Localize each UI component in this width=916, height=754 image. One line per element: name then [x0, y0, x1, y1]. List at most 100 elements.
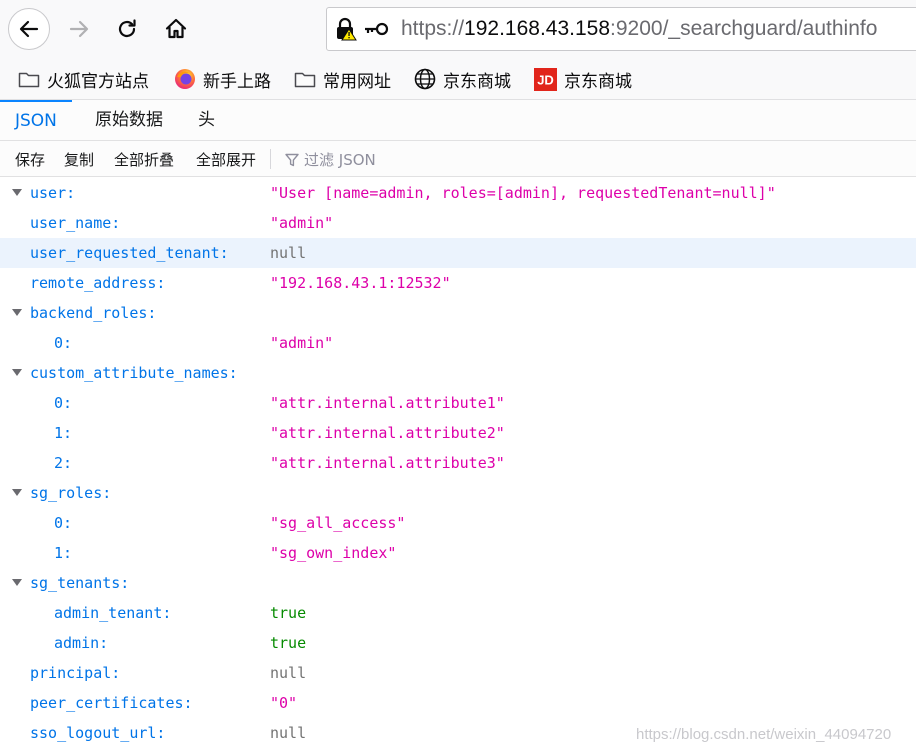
- json-row[interactable]: 1: "attr.internal.attribute2": [0, 418, 916, 448]
- globe-icon: [414, 68, 436, 90]
- json-row[interactable]: sg_roles:: [0, 478, 916, 508]
- json-value: "attr.internal.attribute1": [270, 394, 505, 412]
- tab-raw-data[interactable]: 原始数据: [80, 100, 178, 140]
- json-row[interactable]: user: "User [name=admin, roles=[admin], r…: [0, 178, 916, 208]
- expand-all-button[interactable]: 全部展开: [196, 149, 256, 170]
- bookmark-label: 京东商城: [443, 71, 511, 92]
- filter-placeholder: 过滤 JSON: [304, 151, 376, 169]
- folder-icon: [294, 72, 316, 88]
- json-value: "attr.internal.attribute3": [270, 454, 505, 472]
- json-value: null: [270, 664, 307, 682]
- home-icon: [165, 18, 187, 39]
- json-key: principal:: [30, 664, 121, 682]
- browser-navbar: https://192.168.43.158:9200/_searchguard…: [0, 0, 916, 58]
- json-value: "sg_own_index": [270, 544, 397, 562]
- folder-icon: [18, 72, 40, 88]
- watermark: https://blog.csdn.net/weixin_44094720: [636, 726, 892, 743]
- json-row[interactable]: admin_tenant: true: [0, 598, 916, 628]
- home-button[interactable]: [155, 8, 197, 50]
- json-key: user_requested_tenant:: [30, 244, 229, 262]
- bookmark-label: 常用网址: [323, 71, 391, 92]
- viewer-tabs: JSON 原始数据 头: [0, 100, 916, 141]
- json-row[interactable]: user_requested_tenant: null: [0, 238, 916, 268]
- json-row[interactable]: admin: true: [0, 628, 916, 658]
- url-scheme: https://: [401, 17, 465, 40]
- copy-button[interactable]: 复制: [64, 149, 94, 170]
- bookmark-jd[interactable]: JD 京东商城: [534, 66, 632, 92]
- json-key: admin_tenant:: [54, 604, 172, 622]
- bookmark-firefox-official[interactable]: 火狐官方站点: [18, 66, 149, 92]
- json-row[interactable]: remote_address: "192.168.43.1:12532": [0, 268, 916, 298]
- json-value: true: [270, 604, 307, 622]
- filter-icon: [285, 153, 299, 166]
- json-key: user:: [30, 184, 76, 202]
- json-key: sg_roles:: [30, 484, 112, 502]
- json-key: admin:: [54, 634, 109, 652]
- reload-button[interactable]: [106, 8, 148, 50]
- json-value: null: [270, 244, 307, 262]
- jd-icon: JD: [534, 67, 557, 91]
- firefox-icon: [175, 69, 195, 89]
- json-value: true: [270, 634, 307, 652]
- reload-icon: [118, 19, 136, 38]
- json-key: 1:: [54, 424, 73, 442]
- json-row[interactable]: 0: "attr.internal.attribute1": [0, 388, 916, 418]
- collapse-all-button[interactable]: 全部折叠: [114, 149, 174, 170]
- forward-button[interactable]: [58, 8, 100, 50]
- arrow-right-icon: [69, 20, 89, 38]
- json-key: 2:: [54, 454, 73, 472]
- bookmark-common-sites[interactable]: 常用网址: [294, 66, 391, 92]
- insecure-lock-icon: [337, 17, 357, 41]
- json-row[interactable]: sg_tenants:: [0, 568, 916, 598]
- json-key: sso_logout_url:: [30, 724, 166, 742]
- url-host: 192.168.43.158: [464, 17, 611, 40]
- json-toolbar: 保存 复制 全部折叠 全部展开 过滤 JSON: [0, 141, 916, 177]
- json-row[interactable]: 1: "sg_own_index": [0, 538, 916, 568]
- json-key: peer_certificates:: [30, 694, 193, 712]
- json-row[interactable]: peer_certificates: "0": [0, 688, 916, 718]
- json-row[interactable]: user_name: "admin": [0, 208, 916, 238]
- tab-headers[interactable]: 头: [183, 100, 230, 140]
- expand-toggle-icon[interactable]: [12, 309, 22, 316]
- json-value: null: [270, 724, 307, 742]
- json-key: 0:: [54, 394, 73, 412]
- json-key: 1:: [54, 544, 73, 562]
- expand-toggle-icon[interactable]: [12, 369, 22, 376]
- json-row[interactable]: principal: null: [0, 658, 916, 688]
- json-key: remote_address:: [30, 274, 166, 292]
- json-key: backend_roles:: [30, 304, 157, 322]
- json-value: "attr.internal.attribute2": [270, 424, 505, 442]
- json-value: "User [name=admin, roles=[admin], reques…: [270, 184, 776, 202]
- json-row[interactable]: custom_attribute_names:: [0, 358, 916, 388]
- site-identity[interactable]: [335, 17, 389, 41]
- json-key: 0:: [54, 514, 73, 532]
- back-button[interactable]: [8, 8, 50, 50]
- bookmarks-toolbar: 火狐官方站点 新手上路 常用网址 京东商城 JD 京东商城: [0, 58, 916, 100]
- expand-toggle-icon[interactable]: [12, 489, 22, 496]
- toolbar-divider: [270, 149, 271, 169]
- tab-json[interactable]: JSON: [0, 100, 72, 142]
- expand-toggle-icon[interactable]: [12, 579, 22, 586]
- url-text[interactable]: https://192.168.43.158:9200/_searchguard…: [401, 17, 877, 41]
- expand-toggle-icon[interactable]: [12, 189, 22, 196]
- json-value: "admin": [270, 334, 334, 352]
- svg-text:JD: JD: [537, 72, 554, 87]
- json-row[interactable]: 0: "sg_all_access": [0, 508, 916, 538]
- json-row[interactable]: 0: "admin": [0, 328, 916, 358]
- bookmark-label: 京东商城: [564, 71, 632, 92]
- url-bar[interactable]: https://192.168.43.158:9200/_searchguard…: [326, 7, 916, 51]
- json-key: user_name:: [30, 214, 121, 232]
- bookmark-label: 火狐官方站点: [47, 71, 149, 92]
- json-row[interactable]: backend_roles:: [0, 298, 916, 328]
- bookmark-label: 新手上路: [203, 71, 271, 92]
- json-value: "0": [270, 694, 298, 712]
- filter-json-input[interactable]: 过滤 JSON: [284, 149, 376, 170]
- bookmark-getting-started[interactable]: 新手上路: [174, 66, 271, 92]
- json-key: custom_attribute_names:: [30, 364, 238, 382]
- bookmark-jd-globe[interactable]: 京东商城: [414, 66, 511, 92]
- json-row[interactable]: 2: "attr.internal.attribute3": [0, 448, 916, 478]
- save-button[interactable]: 保存: [15, 149, 45, 170]
- json-value: "192.168.43.1:12532": [270, 274, 451, 292]
- arrow-left-icon: [19, 20, 39, 38]
- url-path: :9200/_searchguard/authinfo: [610, 17, 878, 40]
